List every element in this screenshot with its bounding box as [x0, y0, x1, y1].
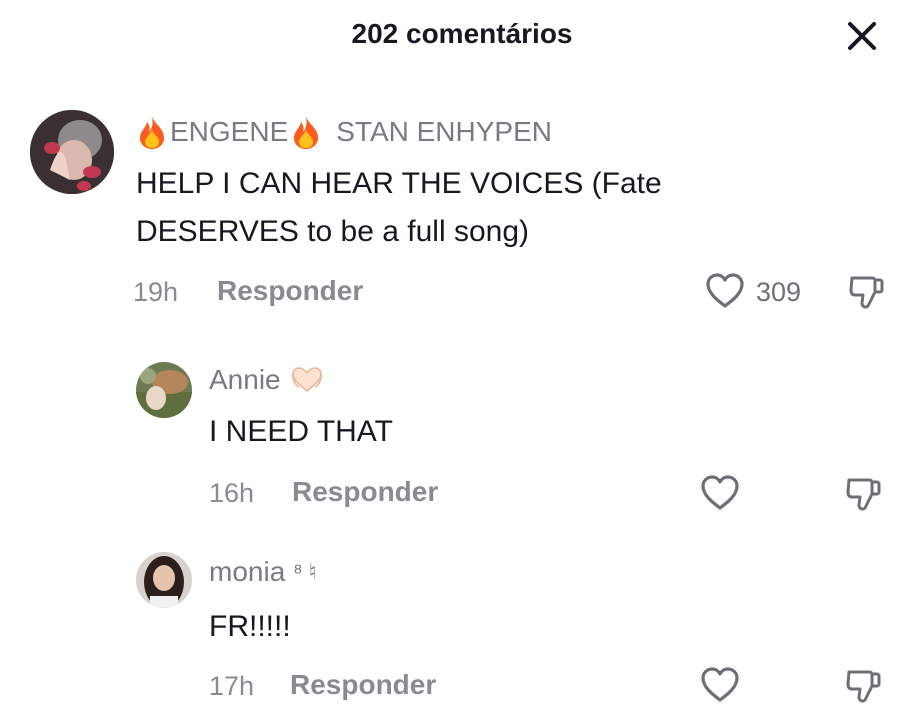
- heart-outline-icon: [706, 273, 744, 308]
- comment-time: 16h: [209, 478, 255, 508]
- comment-time: 19h: [133, 277, 179, 307]
- comment-author[interactable]: Annie: [209, 364, 325, 396]
- like-button[interactable]: [700, 666, 740, 704]
- heart-outline-icon: [701, 667, 739, 702]
- thumbs-down-icon: [846, 478, 881, 511]
- comment-time: 17h: [209, 671, 255, 701]
- like-button[interactable]: [700, 474, 740, 512]
- author-name: Annie: [209, 364, 281, 395]
- close-button[interactable]: [842, 16, 882, 56]
- comment-author[interactable]: monia ⁸ ♮: [209, 556, 317, 588]
- fire-icon: [140, 116, 164, 149]
- author-suffix: ⁸ ♮: [293, 559, 317, 584]
- avatar[interactable]: [136, 362, 192, 418]
- dislike-button[interactable]: [843, 474, 883, 514]
- comment-author[interactable]: ENGENE STAN ENHYPEN: [136, 114, 552, 150]
- close-icon: [848, 22, 876, 50]
- comments-count-title: 202 comentários: [351, 18, 573, 49]
- author-name-part1: ENGENE: [170, 116, 289, 147]
- dislike-button[interactable]: [846, 272, 886, 312]
- heart-hands-icon: [291, 367, 322, 393]
- comments-header: 202 comentários: [0, 0, 924, 72]
- reply-button[interactable]: Responder: [217, 275, 363, 307]
- dislike-button[interactable]: [843, 666, 883, 706]
- reply-button[interactable]: Responder: [292, 476, 438, 508]
- like-button[interactable]: [705, 272, 745, 310]
- comment-text: HELP I CAN HEAR THE VOICES (Fate DESERVE…: [136, 167, 662, 248]
- comment-text: FR!!!!!: [209, 610, 291, 643]
- fire-icon: [294, 116, 319, 149]
- thumbs-down-icon: [849, 276, 884, 309]
- heart-outline-icon: [701, 475, 739, 510]
- thumbs-down-icon: [846, 670, 881, 703]
- avatar[interactable]: [136, 552, 192, 608]
- avatar[interactable]: [30, 110, 114, 194]
- comment-text: I NEED THAT: [209, 415, 393, 448]
- reply-button[interactable]: Responder: [290, 669, 436, 701]
- author-name-part2: STAN ENHYPEN: [336, 116, 552, 147]
- like-count: 309: [756, 277, 802, 307]
- author-name: monia: [209, 556, 286, 587]
